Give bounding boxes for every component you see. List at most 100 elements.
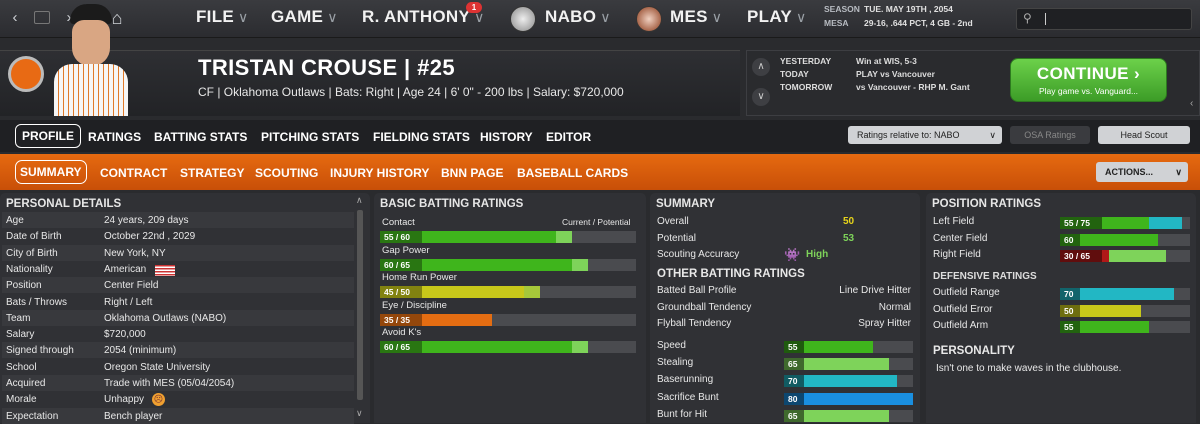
detail-value: Unhappy (104, 394, 145, 406)
running-label: Baserunning (657, 374, 714, 386)
search-input[interactable]: ⚲ (1016, 8, 1192, 30)
outlaws-logo-icon (8, 56, 44, 92)
detail-label: Bats / Throws (6, 296, 67, 308)
detail-label: Position (6, 280, 42, 292)
rating-label: Contact (382, 217, 415, 228)
rating-value: 70 (784, 375, 804, 388)
defensive-ratings-title: DEFENSIVE RATINGS (933, 271, 1037, 282)
scroll-down-icon[interactable]: ∨ (356, 408, 363, 419)
tab-baseball-cards[interactable]: BASEBALL CARDS (517, 166, 628, 180)
detail-label: City of Birth (6, 247, 58, 259)
detail-value: Trade with MES (05/04/2054) (104, 378, 235, 389)
menu-play[interactable]: PLAY ∨ (747, 7, 807, 27)
tab-injury-history[interactable]: INJURY HISTORY (330, 166, 429, 180)
rating-value: 65 (784, 409, 804, 422)
panel-title: SUMMARY (656, 198, 715, 210)
search-icon: ⚲ (1023, 11, 1032, 25)
window-icon[interactable] (34, 11, 50, 24)
menu-file[interactable]: FILE ∨ (196, 7, 249, 27)
nabo-logo-icon (510, 6, 536, 32)
potential-label: Potential (657, 233, 696, 244)
chevron-down-icon: ∨ (600, 9, 611, 25)
menu-mes[interactable]: MES ∨ (670, 7, 722, 27)
tab-strategy[interactable]: STRATEGY (180, 166, 244, 180)
scouting-value: High (806, 249, 829, 260)
other-value: Line Drive Hitter (839, 285, 911, 296)
tab-contract[interactable]: CONTRACT (100, 166, 167, 180)
rating-value: 60 (1060, 233, 1080, 246)
scroll-up-icon[interactable]: ∧ (356, 195, 363, 206)
detail-label: Salary (6, 329, 35, 341)
scouting-icon: 👾 (784, 247, 801, 262)
position-label: Center Field (933, 232, 988, 244)
detail-value: October 22nd , 2029 (104, 231, 196, 243)
chevron-right-icon: › (1134, 64, 1141, 83)
detail-label: Date of Birth (6, 231, 62, 243)
osa-ratings-toggle[interactable]: OSA Ratings (1010, 126, 1090, 144)
tab-batting-stats[interactable]: BATTING STATS (154, 130, 247, 144)
tab-scouting[interactable]: SCOUTING (255, 166, 318, 180)
tab-summary[interactable]: SUMMARY (15, 160, 87, 184)
other-label: Batted Ball Profile (657, 285, 737, 296)
schedule-labels: YESTERDAY TODAY TOMORROW (780, 56, 833, 92)
rating-value: 50 (1060, 304, 1080, 317)
ratings-relative-dropdown[interactable]: Ratings relative to: NABO ∨ (848, 126, 1002, 144)
tab-ratings[interactable]: RATINGS (88, 130, 141, 144)
head-scout-toggle[interactable]: Head Scout (1098, 126, 1190, 144)
overall-value: 50 (843, 216, 855, 227)
schedule-values: Win at WIS, 5-3 PLAY vs Vancouver vs Vanco… (856, 56, 970, 92)
tab-pitching-stats[interactable]: PITCHING STATS (261, 130, 359, 144)
tab-bnn-page[interactable]: BNN PAGE (441, 166, 503, 180)
menu-game[interactable]: GAME ∨ (271, 7, 338, 27)
detail-label: Expectation (6, 410, 59, 422)
panel-title: BASIC BATTING RATINGS (380, 198, 524, 210)
continue-button[interactable]: CONTINUE › Play game vs. Vanguard... (1010, 58, 1167, 102)
tab-fielding-stats[interactable]: FIELDING STATS (373, 130, 470, 144)
chevron-down-icon[interactable]: ∨ (752, 88, 770, 106)
rating-value: 55 (784, 341, 804, 353)
tab-history[interactable]: HISTORY (480, 130, 533, 144)
us-flag-icon (155, 264, 175, 276)
back-icon[interactable]: ‹ (4, 8, 26, 28)
detail-value: 24 years, 209 days (104, 215, 189, 226)
season-info: SEASON TUE. MAY 19TH , 2054 (824, 4, 953, 14)
player-name: TRISTAN CROUSE | #25 (198, 55, 456, 80)
detail-label: Age (6, 215, 24, 226)
other-value: Spray Hitter (858, 318, 911, 329)
row-stripe (2, 277, 354, 294)
panel-title: POSITION RATINGS (932, 198, 1042, 210)
chevron-down-icon: ∨ (1175, 167, 1182, 177)
running-label: Bunt for Hit (657, 408, 708, 420)
overall-label: Overall (657, 216, 689, 227)
defense-label: Outfield Arm (933, 320, 989, 331)
rating-value: 35 / 35 (380, 313, 422, 326)
personality-text: Isn't one to make waves in the clubhouse… (936, 363, 1122, 374)
chevron-down-icon: ∨ (711, 9, 723, 25)
notification-badge: 1 (466, 2, 482, 13)
detail-value: Oregon State University (104, 361, 211, 373)
personality-title: PERSONALITY (933, 345, 1015, 357)
other-value: Normal (878, 301, 911, 313)
actions-dropdown[interactable]: ACTIONS... ∨ (1096, 162, 1188, 182)
rating-value: 70 (1060, 288, 1080, 300)
panel-title: PERSONAL DETAILS (6, 198, 122, 210)
collapse-icon[interactable]: ‹ (1190, 98, 1200, 110)
rating-value: 30 / 65 (1060, 250, 1102, 262)
rating-value: 55 / 60 (380, 231, 422, 243)
other-label: Groundball Tendency (657, 301, 752, 313)
detail-label: Acquired (6, 378, 46, 389)
running-label: Speed (657, 340, 686, 351)
team-record: MESA 29-16, .644 PCT, 4 GB - 2nd (824, 18, 973, 28)
tab-editor[interactable]: EDITOR (546, 130, 591, 144)
chevron-up-icon[interactable]: ∧ (752, 58, 770, 76)
detail-label: Nationality (6, 263, 53, 275)
position-label: Left Field (933, 216, 975, 227)
menu-nabo[interactable]: NABO ∨ (545, 7, 611, 27)
rating-value: 60 / 65 (380, 341, 422, 353)
detail-value: Oklahoma Outlaws (NABO) (104, 312, 227, 324)
scrollbar[interactable] (357, 210, 363, 400)
detail-label: Morale (6, 394, 37, 406)
tab-profile[interactable]: PROFILE (15, 124, 82, 148)
rating-value: 80 (784, 392, 804, 405)
rating-label: Gap Power (382, 244, 430, 256)
